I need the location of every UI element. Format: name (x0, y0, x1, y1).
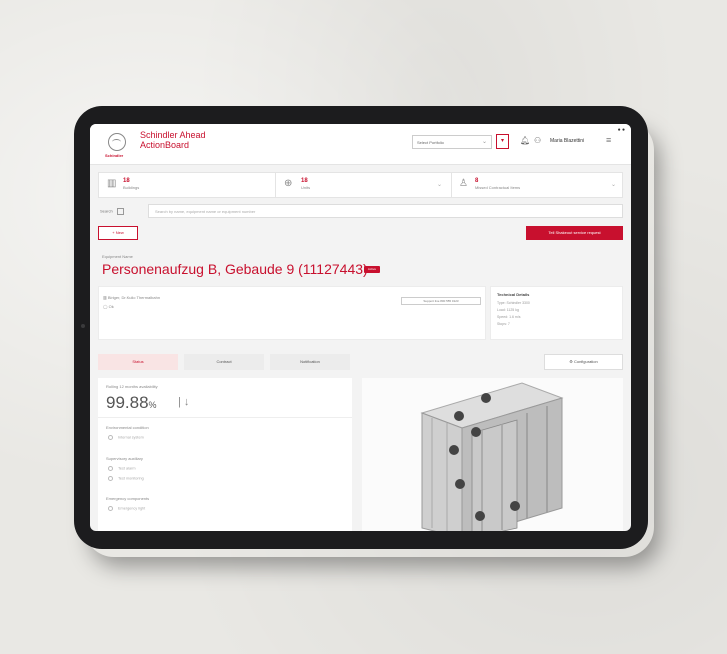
user-name[interactable]: Maria Blazettini (550, 138, 584, 144)
list-item[interactable]: Test monitoring (108, 476, 144, 481)
section-title: Emergency components (106, 496, 150, 501)
radio-icon (108, 466, 113, 471)
app-title-line2: ActionBoard (140, 140, 190, 150)
app-title-line1: Schindler Ahead (140, 130, 206, 140)
chevron-down-icon[interactable]: ⌄ (437, 181, 442, 188)
address-line: ▥ Biriger, Dr.Kulio Thermalbahn (103, 295, 160, 300)
stat-divider (451, 173, 452, 197)
camera-icon (81, 324, 85, 328)
list-item[interactable]: Internal system (108, 435, 144, 440)
list-item-label: Test monitoring (118, 476, 144, 481)
stat-missed-items[interactable]: 8 Missed Contractual Items (475, 178, 520, 190)
availability-unit: % (148, 400, 157, 410)
chevron-down-icon[interactable]: ⌄ (611, 181, 616, 188)
menu-icon[interactable]: ≡ (606, 135, 611, 145)
chevron-down-icon: ⌄ (481, 139, 487, 145)
search-checkbox[interactable] (116, 208, 124, 215)
filter-button[interactable]: ▾ (496, 134, 509, 149)
user-icon[interactable]: ⚇ (534, 136, 541, 145)
equipment-title: Personenaufzug B, Gebaude 9 (11127443) (102, 261, 368, 277)
configuration-label: Configuration (573, 359, 598, 364)
status-line: ◯ Ok (103, 304, 114, 309)
list-item[interactable]: Emergency light (108, 506, 145, 511)
technical-line: Type: Schindler 3300 (497, 301, 530, 305)
app-title: Schindler Ahead ActionBoard (140, 130, 206, 150)
radio-icon (108, 435, 113, 440)
search-input[interactable]: Search by name, equipment name or equipm… (148, 204, 623, 218)
stat-buildings-value: 18 (123, 178, 130, 184)
list-item-label: Test alarm (118, 466, 136, 471)
stats-bar: ▥ 18 Buildings ⊕ 18 Units ⌄ ♙ 8 Missed C… (98, 172, 623, 198)
top-bar: Schindler Schindler Ahead ActionBoard Se… (90, 124, 631, 165)
stat-missed-value: 8 (475, 178, 479, 184)
technical-line: Load: 1125 kg (497, 308, 519, 312)
equipment-status: Ok (108, 304, 114, 309)
notification-bell-icon[interactable]: 🔔︎ (520, 136, 530, 145)
status-badge: Active (364, 266, 380, 273)
tab-status[interactable]: Status (98, 354, 178, 370)
tab-notification[interactable]: Notification (270, 354, 350, 370)
unit-icon: ⊕ (284, 178, 293, 189)
status-indicator-icon: ● ● (617, 127, 625, 133)
stat-units[interactable]: 18 Units (301, 178, 310, 190)
equipment-address: Biriger, Dr.Kulio Thermalbahn (107, 295, 161, 300)
technical-line: Stops: 7 (497, 322, 510, 326)
new-button[interactable]: + New (98, 226, 138, 240)
list-item[interactable]: Test alarm (108, 466, 136, 471)
stat-divider (275, 173, 276, 197)
elevator-3d-view[interactable] (362, 378, 623, 531)
schindler-logo-icon (108, 133, 126, 151)
availability-panel: Rolling 12 months availability 99.88% | … (98, 378, 352, 531)
radio-icon (108, 506, 113, 511)
tab-bar: Status Contract Notification ⚙ Configura… (98, 354, 623, 370)
site-select[interactable]: Select Portfolio ⌄ (412, 135, 492, 149)
technical-details-title: Technical Details (497, 292, 530, 297)
stat-units-value: 18 (301, 178, 308, 184)
search-row: Search Search by name, equipment name or… (98, 204, 623, 218)
support-button[interactable]: Support line 800 555 0123 (401, 297, 481, 305)
search-label-text: Search (100, 208, 113, 214)
stat-buildings[interactable]: 18 Buildings (123, 178, 139, 190)
technical-line: Speed: 1.6 m/s (497, 315, 521, 319)
building-icon: ▥ (107, 178, 117, 189)
tab-contract[interactable]: Contract (184, 354, 264, 370)
list-item-label: Emergency light (118, 506, 146, 511)
stat-buildings-label: Buildings (123, 185, 140, 190)
service-request-button[interactable]: Tell Shakeout service request (526, 226, 623, 240)
divider (98, 417, 352, 418)
section-title: Supervisory auxiliary (106, 456, 143, 461)
elevator-car-model[interactable] (362, 378, 623, 531)
site-select-value: Select Portfolio (417, 140, 444, 145)
configuration-button[interactable]: ⚙ Configuration (544, 354, 623, 370)
search-label: Search (100, 208, 124, 215)
list-item-label: Internal system (118, 435, 144, 440)
tablet-screen: Schindler Schindler Ahead ActionBoard Se… (90, 124, 631, 531)
availability-value: 99.88% (106, 393, 157, 413)
availability-label: Rolling 12 months availability (106, 384, 158, 389)
availability-number: 99.88 (106, 393, 149, 412)
stat-missed-label: Missed Contractual Items (475, 185, 521, 190)
stat-units-label: Units (301, 185, 311, 190)
brand-logo-text: Schindler (105, 153, 124, 158)
radio-icon (108, 476, 113, 481)
technical-details-card: Technical Details Type: Schindler 3300 L… (490, 286, 623, 340)
equipment-info-card: ▥ Biriger, Dr.Kulio Thermalbahn ◯ Ok Sup… (98, 286, 486, 340)
tablet-device: Schindler Schindler Ahead ActionBoard Se… (74, 106, 648, 549)
worker-icon: ♙ (459, 178, 468, 189)
arrow-down-icon: | ↓ (178, 396, 190, 408)
section-title: Environmental condition (106, 425, 149, 430)
equipment-label: Equipment Name (102, 254, 133, 259)
